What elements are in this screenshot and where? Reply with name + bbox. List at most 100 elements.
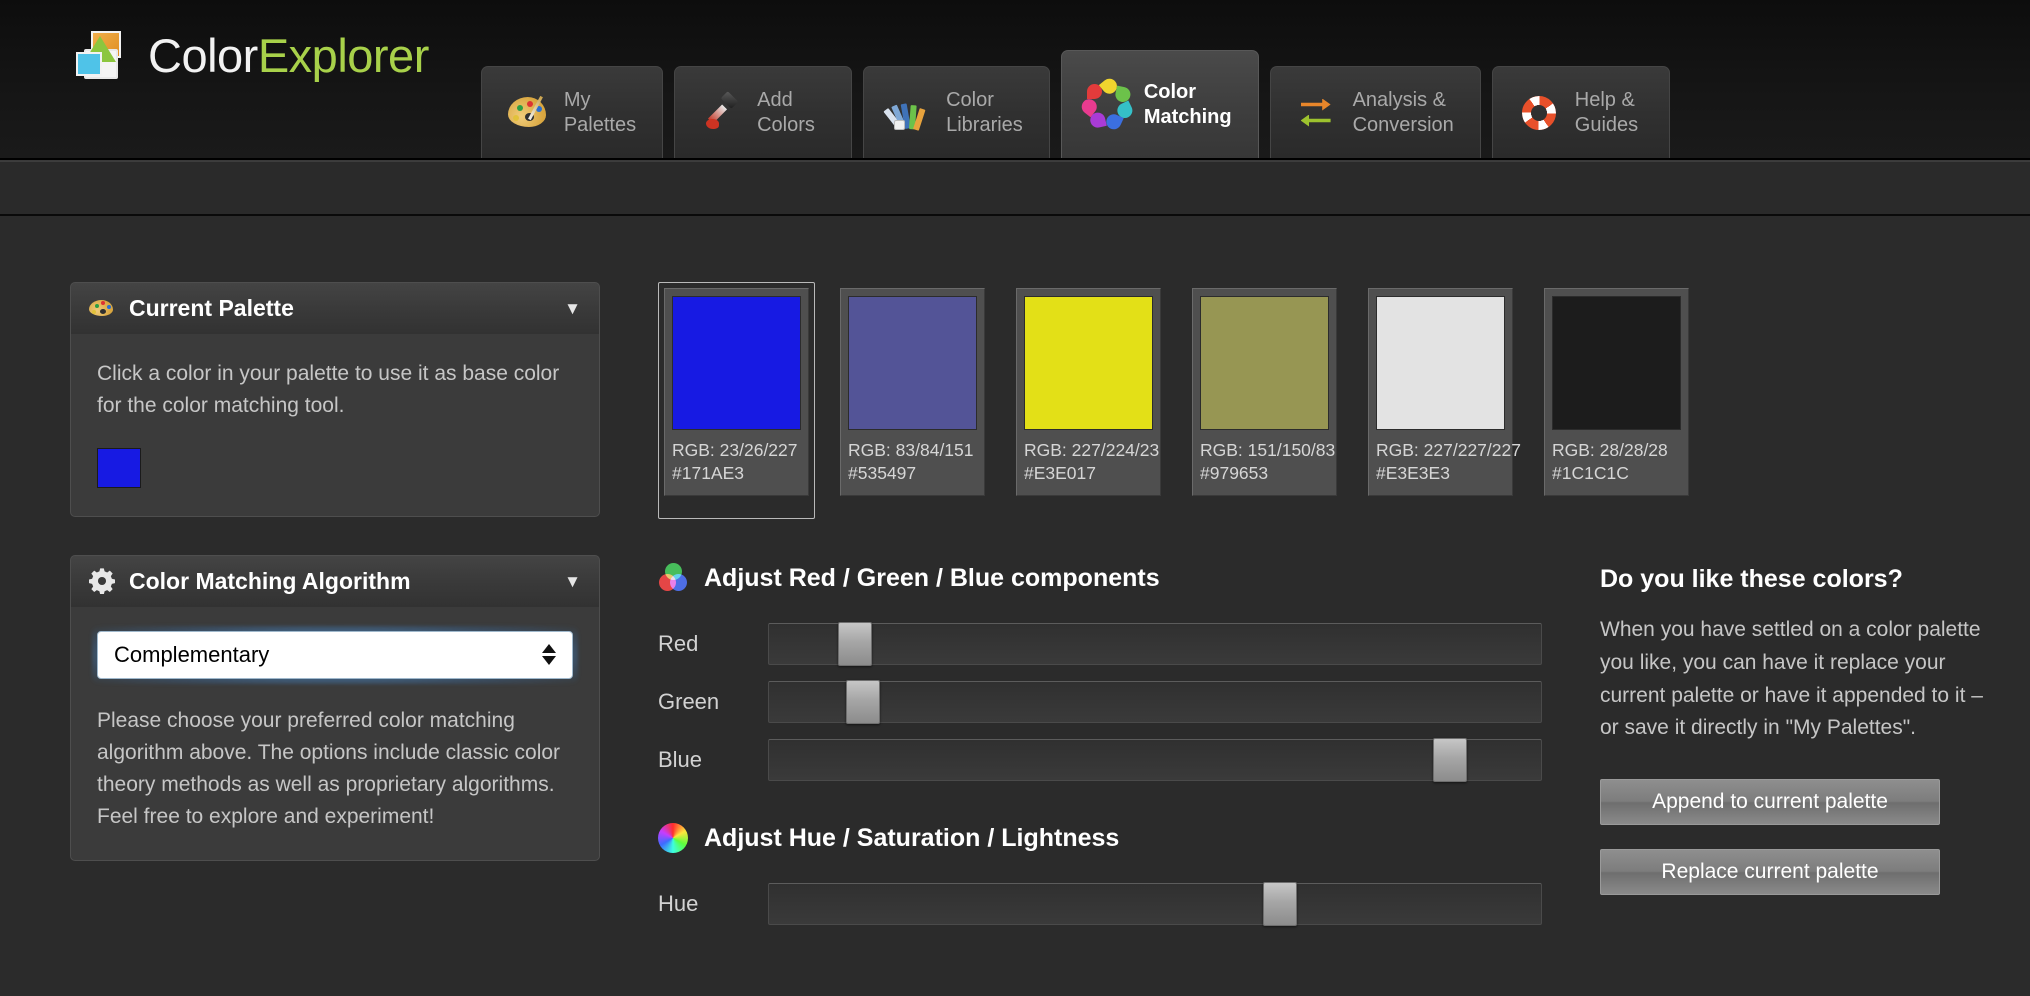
brand-title-part1: Color (148, 28, 258, 82)
gear-icon (89, 568, 115, 595)
algorithm-panel: Color Matching Algorithm ▼ Complementary… (70, 554, 600, 862)
swatch-item[interactable]: RGB: 227/227/227 #E3E3E3 (1362, 282, 1521, 519)
tab-analysis-conversion-label: Analysis & Conversion (1352, 89, 1454, 136)
color-flower-icon (1078, 75, 1135, 132)
brand-title-part2: Explorer (257, 28, 430, 82)
rgb-section-label: Adjust Red / Green / Blue components (704, 563, 1160, 592)
slider-row-hue: Hue (658, 882, 1542, 927)
slider-handle-hue[interactable] (1263, 882, 1298, 927)
palette-icon (89, 296, 115, 322)
slider-track-blue[interactable] (768, 738, 1542, 783)
slider-handle-blue[interactable] (1432, 738, 1467, 783)
palette-icon (507, 93, 548, 133)
rgb-section-title: Adjust Red / Green / Blue components (658, 563, 1542, 593)
swatch-color-chip[interactable] (1552, 296, 1681, 430)
base-color-swatch[interactable] (97, 447, 141, 488)
rgb-circles-icon (658, 563, 688, 593)
tab-color-matching[interactable]: Color Matching (1060, 50, 1259, 158)
hue-wheel-icon (658, 823, 688, 854)
swatch-rgb-label: RGB: 28/28/28 (1552, 440, 1668, 460)
rgb-sliders: Red Green Blue (658, 622, 1542, 783)
algorithm-title: Color Matching Algorithm (129, 567, 411, 594)
algorithm-description: Please choose your preferred color match… (97, 708, 561, 828)
slider-track-hue[interactable] (768, 882, 1542, 927)
replace-palette-button[interactable]: Replace current palette (1600, 849, 1940, 896)
hsl-section-label: Adjust Hue / Saturation / Lightness (704, 823, 1120, 852)
swatch-color-chip[interactable] (848, 296, 977, 430)
tab-my-palettes[interactable]: My Palettes (480, 66, 664, 158)
result-swatch-row: RGB: 23/26/227 #171AE3 RGB: 83/84/151 #5… (658, 282, 1990, 520)
brand-logo-block[interactable]: ColorExplorer (72, 0, 429, 158)
swatch-hex-label: #979653 (1200, 463, 1269, 484)
swatch-hex-label: #171AE3 (672, 463, 745, 484)
algorithm-panel-body: Complementary Please choose your preferr… (70, 606, 600, 862)
swatch-rgb-label: RGB: 83/84/151 (848, 440, 974, 460)
swatch-color-chip[interactable] (1200, 296, 1329, 430)
current-palette-panel: Current Palette ▼ Click a color in your … (70, 282, 600, 517)
adjust-area: Adjust Red / Green / Blue components Red… (658, 563, 1990, 967)
swatch-color-chip[interactable] (1024, 296, 1153, 430)
slider-label-green: Green (658, 689, 720, 715)
color-explorer-logo-icon (72, 28, 126, 82)
append-to-palette-button[interactable]: Append to current palette (1600, 779, 1940, 826)
sidebar: Current Palette ▼ Click a color in your … (70, 282, 600, 967)
app-header: ColorExplorer My Palettes Add Colors Col… (0, 0, 2030, 160)
current-palette-title: Current Palette (129, 295, 294, 321)
tab-color-libraries[interactable]: Color Libraries (863, 66, 1050, 158)
chevron-down-icon[interactable]: ▼ (564, 300, 581, 317)
slider-label-blue: Blue (658, 747, 703, 773)
slider-label-hue: Hue (658, 891, 699, 917)
swatch-hex-label: #1C1C1C (1552, 463, 1629, 484)
content-column: RGB: 23/26/227 #171AE3 RGB: 83/84/151 #5… (600, 282, 2030, 967)
current-palette-description: Click a color in your palette to use it … (97, 362, 560, 417)
like-colors-heading: Do you like these colors? (1600, 565, 1903, 594)
slider-label-red: Red (658, 631, 699, 657)
tab-add-colors[interactable]: Add Colors (674, 66, 853, 158)
main-navigation: My Palettes Add Colors Color Libraries C… (480, 0, 1670, 158)
lifebuoy-icon (1519, 93, 1559, 133)
algorithm-panel-header[interactable]: Color Matching Algorithm ▼ (70, 554, 600, 607)
slider-handle-red[interactable] (838, 622, 873, 667)
hsl-section-title: Adjust Hue / Saturation / Lightness (658, 823, 1542, 854)
hsl-sliders: Hue (658, 882, 1542, 927)
swatch-item[interactable]: RGB: 227/224/23 #E3E017 (1010, 282, 1167, 519)
main-content: Current Palette ▼ Click a color in your … (0, 216, 2030, 968)
tab-color-libraries-label: Color Libraries (946, 89, 1023, 136)
like-colors-panel: Do you like these colors? When you have … (1600, 563, 1990, 967)
brand-title: ColorExplorer (148, 32, 429, 79)
stepper-arrows-icon[interactable] (542, 644, 556, 666)
tab-help-guides-label: Help & Guides (1574, 89, 1639, 136)
eyedropper-icon (701, 90, 741, 133)
chevron-down-icon[interactable]: ▼ (564, 573, 581, 590)
swatch-hex-label: #535497 (848, 463, 917, 484)
swatch-rgb-label: RGB: 23/26/227 (672, 440, 798, 460)
sub-header-band (0, 160, 2030, 216)
swap-arrows-icon (1297, 93, 1337, 133)
swatch-color-chip[interactable] (1376, 296, 1505, 430)
color-fan-icon (883, 93, 930, 133)
swatch-item[interactable]: RGB: 23/26/227 #171AE3 (658, 282, 815, 520)
swatch-item[interactable]: RGB: 151/150/83 #979653 (1186, 282, 1343, 519)
tab-analysis-conversion[interactable]: Analysis & Conversion (1269, 66, 1481, 158)
swatch-color-chip[interactable] (672, 296, 801, 430)
slider-track-red[interactable] (768, 622, 1542, 667)
algorithm-selected-value: Complementary (114, 641, 270, 667)
slider-handle-green[interactable] (846, 680, 881, 725)
swatch-rgb-label: RGB: 227/224/23 (1024, 440, 1160, 460)
algorithm-select[interactable]: Complementary (92, 625, 578, 684)
like-colors-body: When you have settled on a color palette… (1600, 618, 1983, 740)
tab-my-palettes-label: My Palettes (563, 89, 637, 136)
current-palette-panel-header[interactable]: Current Palette ▼ (70, 282, 600, 334)
tab-help-guides[interactable]: Help & Guides (1491, 66, 1670, 158)
tab-color-matching-label: Color Matching (1143, 81, 1232, 128)
slider-row-red: Red (658, 622, 1542, 667)
slider-track-green[interactable] (768, 680, 1542, 725)
tab-add-colors-label: Add Colors (757, 89, 815, 136)
swatch-rgb-label: RGB: 227/227/227 (1376, 440, 1521, 460)
algorithm-select-box[interactable]: Complementary (97, 630, 573, 679)
slider-row-blue: Blue (658, 738, 1542, 783)
slider-row-green: Green (658, 680, 1542, 725)
swatch-hex-label: #E3E017 (1024, 463, 1097, 484)
swatch-item[interactable]: RGB: 83/84/151 #535497 (834, 282, 991, 519)
swatch-item[interactable]: RGB: 28/28/28 #1C1C1C (1538, 282, 1695, 519)
